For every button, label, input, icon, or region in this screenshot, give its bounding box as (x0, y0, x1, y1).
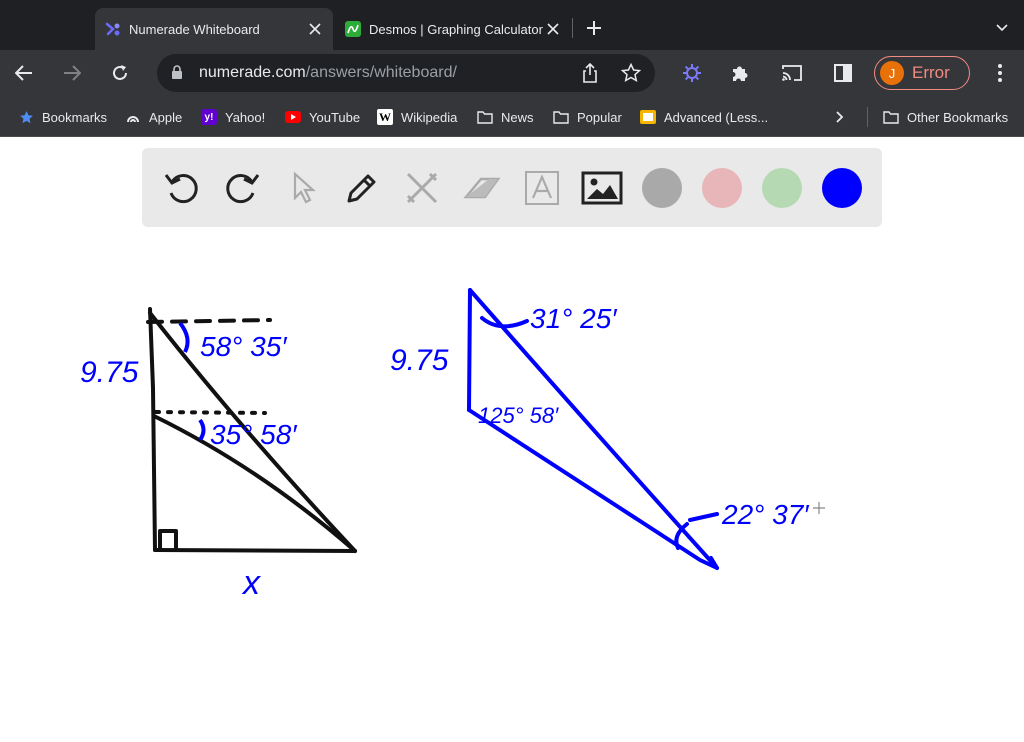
chevron-right-icon (836, 111, 844, 123)
bookmark-wikipedia[interactable]: W Wikipedia (377, 108, 457, 126)
side-panel-icon (834, 64, 852, 82)
star-icon (18, 109, 34, 125)
tab-title: Numerade Whiteboard (129, 21, 260, 37)
avatar: J (880, 61, 904, 85)
new-tab-button[interactable] (582, 16, 606, 40)
bookmarks-divider (867, 107, 868, 127)
bookmark-label: Other Bookmarks (907, 109, 1009, 125)
extension-button[interactable] (677, 58, 707, 88)
right-side-label: 9.75 (390, 344, 449, 377)
side-panel-button[interactable] (828, 58, 858, 88)
right-angle-mark (158, 529, 178, 552)
folder-icon (883, 109, 899, 125)
apex-angle-arc (480, 316, 529, 329)
yahoo-icon: y! (201, 109, 217, 125)
lock-icon (172, 65, 182, 79)
youtube-icon (285, 109, 301, 125)
forward-button[interactable] (57, 58, 87, 88)
tab-numerade[interactable]: Numerade Whiteboard (95, 8, 333, 50)
reload-icon (113, 65, 127, 80)
back-button[interactable] (9, 58, 39, 88)
close-icon[interactable] (545, 21, 561, 37)
plus-icon (587, 21, 601, 35)
bookmark-star-icon[interactable] (621, 63, 641, 83)
tab-search-button[interactable] (992, 18, 1012, 38)
menu-button[interactable] (985, 58, 1015, 88)
whiteboard-canvas[interactable]: 9.75 58° 35′ 35° 58′ x 9.75 31° 25′ 125°… (0, 138, 1024, 742)
bottom-side-label: x (241, 564, 261, 602)
puzzle-icon (733, 66, 748, 81)
tab-desmos[interactable]: Desmos | Graphing Calculator (335, 8, 571, 50)
bookmark-label: Yahoo! (225, 109, 266, 125)
right-vertical-side (467, 288, 472, 412)
close-icon[interactable] (307, 21, 323, 37)
chevron-down-icon (996, 24, 1008, 32)
bookmark-label: Bookmarks (42, 109, 108, 125)
top-angle-arc (178, 321, 190, 353)
crosshair-cursor-icon (813, 502, 825, 514)
left-side-label: 9.75 (80, 356, 139, 389)
reload-button[interactable] (105, 58, 135, 88)
top-angle-label: 58° 35′ (200, 331, 288, 362)
desmos-logo-icon (345, 21, 361, 37)
apex-angle-label: 31° 25′ (530, 303, 618, 334)
extensions-button[interactable] (725, 58, 755, 88)
bookmarks-bar: Bookmarks Apple y! Yahoo! YouTube W Wiki… (0, 97, 1024, 137)
dotted-horizontal (154, 410, 267, 415)
url-text: numerade.com/answers/whiteboard/ (199, 64, 457, 82)
folder-icon (477, 109, 493, 125)
apple-icon (125, 109, 141, 125)
mid-angle-arc (198, 418, 206, 442)
bookmark-label: Wikipedia (401, 109, 458, 125)
profile-status: Error (912, 63, 950, 82)
extension-gear-icon (683, 64, 701, 82)
bookmarks-overflow-button[interactable] (836, 108, 844, 126)
cast-button[interactable] (777, 58, 807, 88)
kebab-menu-icon (998, 64, 1002, 82)
document-icon (640, 109, 656, 125)
small-angle-label: 22° 37′ (721, 499, 810, 530)
share-icon[interactable] (582, 63, 598, 83)
bookmark-popular-folder[interactable]: Popular (553, 108, 622, 126)
bookmark-apple[interactable]: Apple (125, 108, 182, 126)
obtuse-angle-label: 125° 58′ (478, 403, 559, 428)
small-angle-leader (688, 512, 719, 522)
bookmark-label: YouTube (309, 109, 361, 125)
bookmark-label: News (501, 109, 534, 125)
url-host: numerade.com (199, 64, 306, 81)
bookmark-yahoo[interactable]: y! Yahoo! (201, 108, 265, 126)
other-bookmarks-folder[interactable]: Other Bookmarks (883, 108, 1008, 126)
url-path: /answers/whiteboard/ (305, 64, 457, 81)
drawing-layer: 9.75 58° 35′ 35° 58′ x 9.75 31° 25′ 125°… (80, 288, 825, 602)
bookmark-bookmarks[interactable]: Bookmarks (18, 108, 107, 126)
arrow-left-icon (15, 65, 32, 81)
mid-angle-label: 35° 58′ (210, 419, 298, 450)
base-side (153, 548, 357, 553)
dashed-horizontal (146, 318, 272, 324)
bookmark-label: Advanced (Less... (664, 109, 769, 125)
arrow-right-icon (64, 65, 81, 81)
bookmark-youtube[interactable]: YouTube (285, 108, 360, 126)
browser-toolbar: numerade.com/answers/whiteboard/ J Error (0, 50, 1024, 97)
vertical-side (148, 307, 157, 552)
bookmark-label: Apple (149, 109, 183, 125)
wikipedia-icon: W (377, 109, 393, 125)
small-angle-arc (674, 522, 689, 550)
profile-error-button[interactable]: J Error (874, 56, 970, 90)
right-bottom-side (467, 408, 719, 570)
bookmark-label: Popular (577, 109, 622, 125)
cast-icon (782, 65, 802, 81)
numerade-logo-icon (105, 22, 120, 36)
tab-title: Desmos | Graphing Calculator (369, 21, 543, 37)
address-bar[interactable]: numerade.com/answers/whiteboard/ (157, 54, 655, 92)
bookmark-news-folder[interactable]: News (477, 108, 534, 126)
folder-icon (553, 109, 569, 125)
bookmark-advanced[interactable]: Advanced (Less... (640, 108, 768, 126)
tab-strip: Numerade Whiteboard Desmos | Graphing Ca… (0, 0, 1024, 50)
tab-divider (572, 18, 573, 38)
